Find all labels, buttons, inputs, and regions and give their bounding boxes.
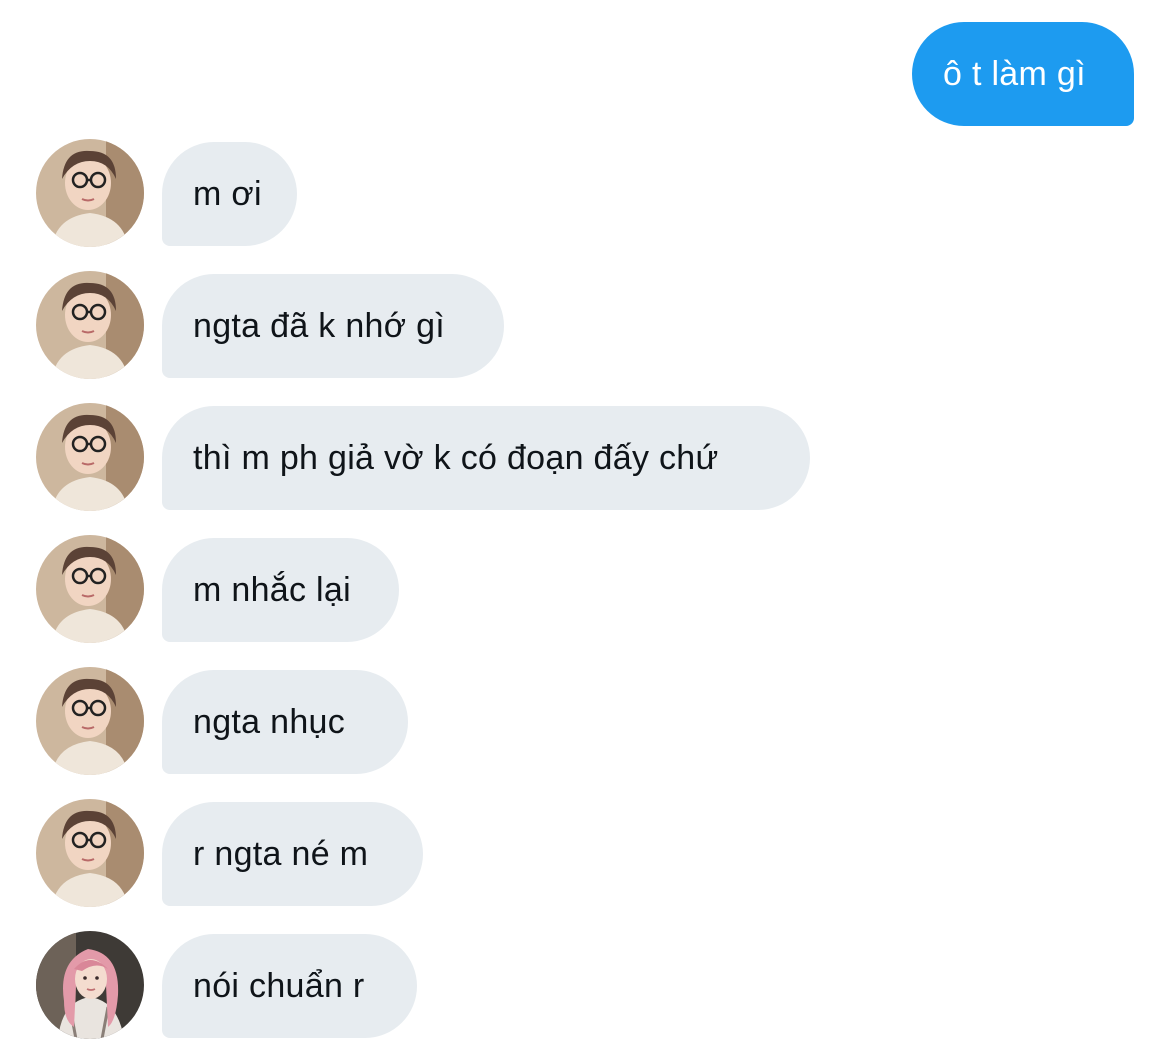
sender-avatar[interactable] xyxy=(36,667,144,775)
message-text: ngta nhục xyxy=(193,702,346,741)
sender-avatar[interactable] xyxy=(36,139,144,247)
avatar-girl-glasses-icon xyxy=(36,667,144,775)
sender-avatar[interactable] xyxy=(36,931,144,1039)
avatar-girl-glasses-icon xyxy=(36,799,144,907)
received-message-bubble[interactable]: ngta đã k nhớ gì xyxy=(162,274,504,378)
message-text: thì m ph giả vờ k có đoạn đấy chứ xyxy=(193,438,719,477)
message-text: m nhắc lại xyxy=(193,570,351,609)
sender-avatar[interactable] xyxy=(36,799,144,907)
message-text: ngta đã k nhớ gì xyxy=(193,306,446,345)
message-text: r ngta né m xyxy=(193,834,369,873)
avatar-girl-glasses-icon xyxy=(36,403,144,511)
sent-message-bubble[interactable]: ô t làm gì xyxy=(912,22,1134,126)
received-message-bubble[interactable]: nói chuẩn r xyxy=(162,934,417,1038)
received-message-bubble[interactable]: r ngta né m xyxy=(162,802,423,906)
avatar-girl-glasses-icon xyxy=(36,271,144,379)
received-message-bubble[interactable]: m ơi xyxy=(162,142,297,246)
message-text: ô t làm gì xyxy=(943,54,1086,93)
message-text: nói chuẩn r xyxy=(193,966,365,1005)
sender-avatar[interactable] xyxy=(36,271,144,379)
message-text: m ơi xyxy=(193,174,262,213)
avatar-girl-glasses-icon xyxy=(36,139,144,247)
avatar-girl-pink-hair-icon xyxy=(36,931,144,1039)
conversation-thread: ô t làm gì m ơi ngta đã k nhớ gì thì m p… xyxy=(0,0,1170,1056)
received-message-bubble[interactable]: thì m ph giả vờ k có đoạn đấy chứ xyxy=(162,406,810,510)
received-message-bubble[interactable]: ngta nhục xyxy=(162,670,408,774)
avatar-girl-glasses-icon xyxy=(36,535,144,643)
received-message-bubble[interactable]: m nhắc lại xyxy=(162,538,399,642)
sender-avatar[interactable] xyxy=(36,403,144,511)
sender-avatar[interactable] xyxy=(36,535,144,643)
